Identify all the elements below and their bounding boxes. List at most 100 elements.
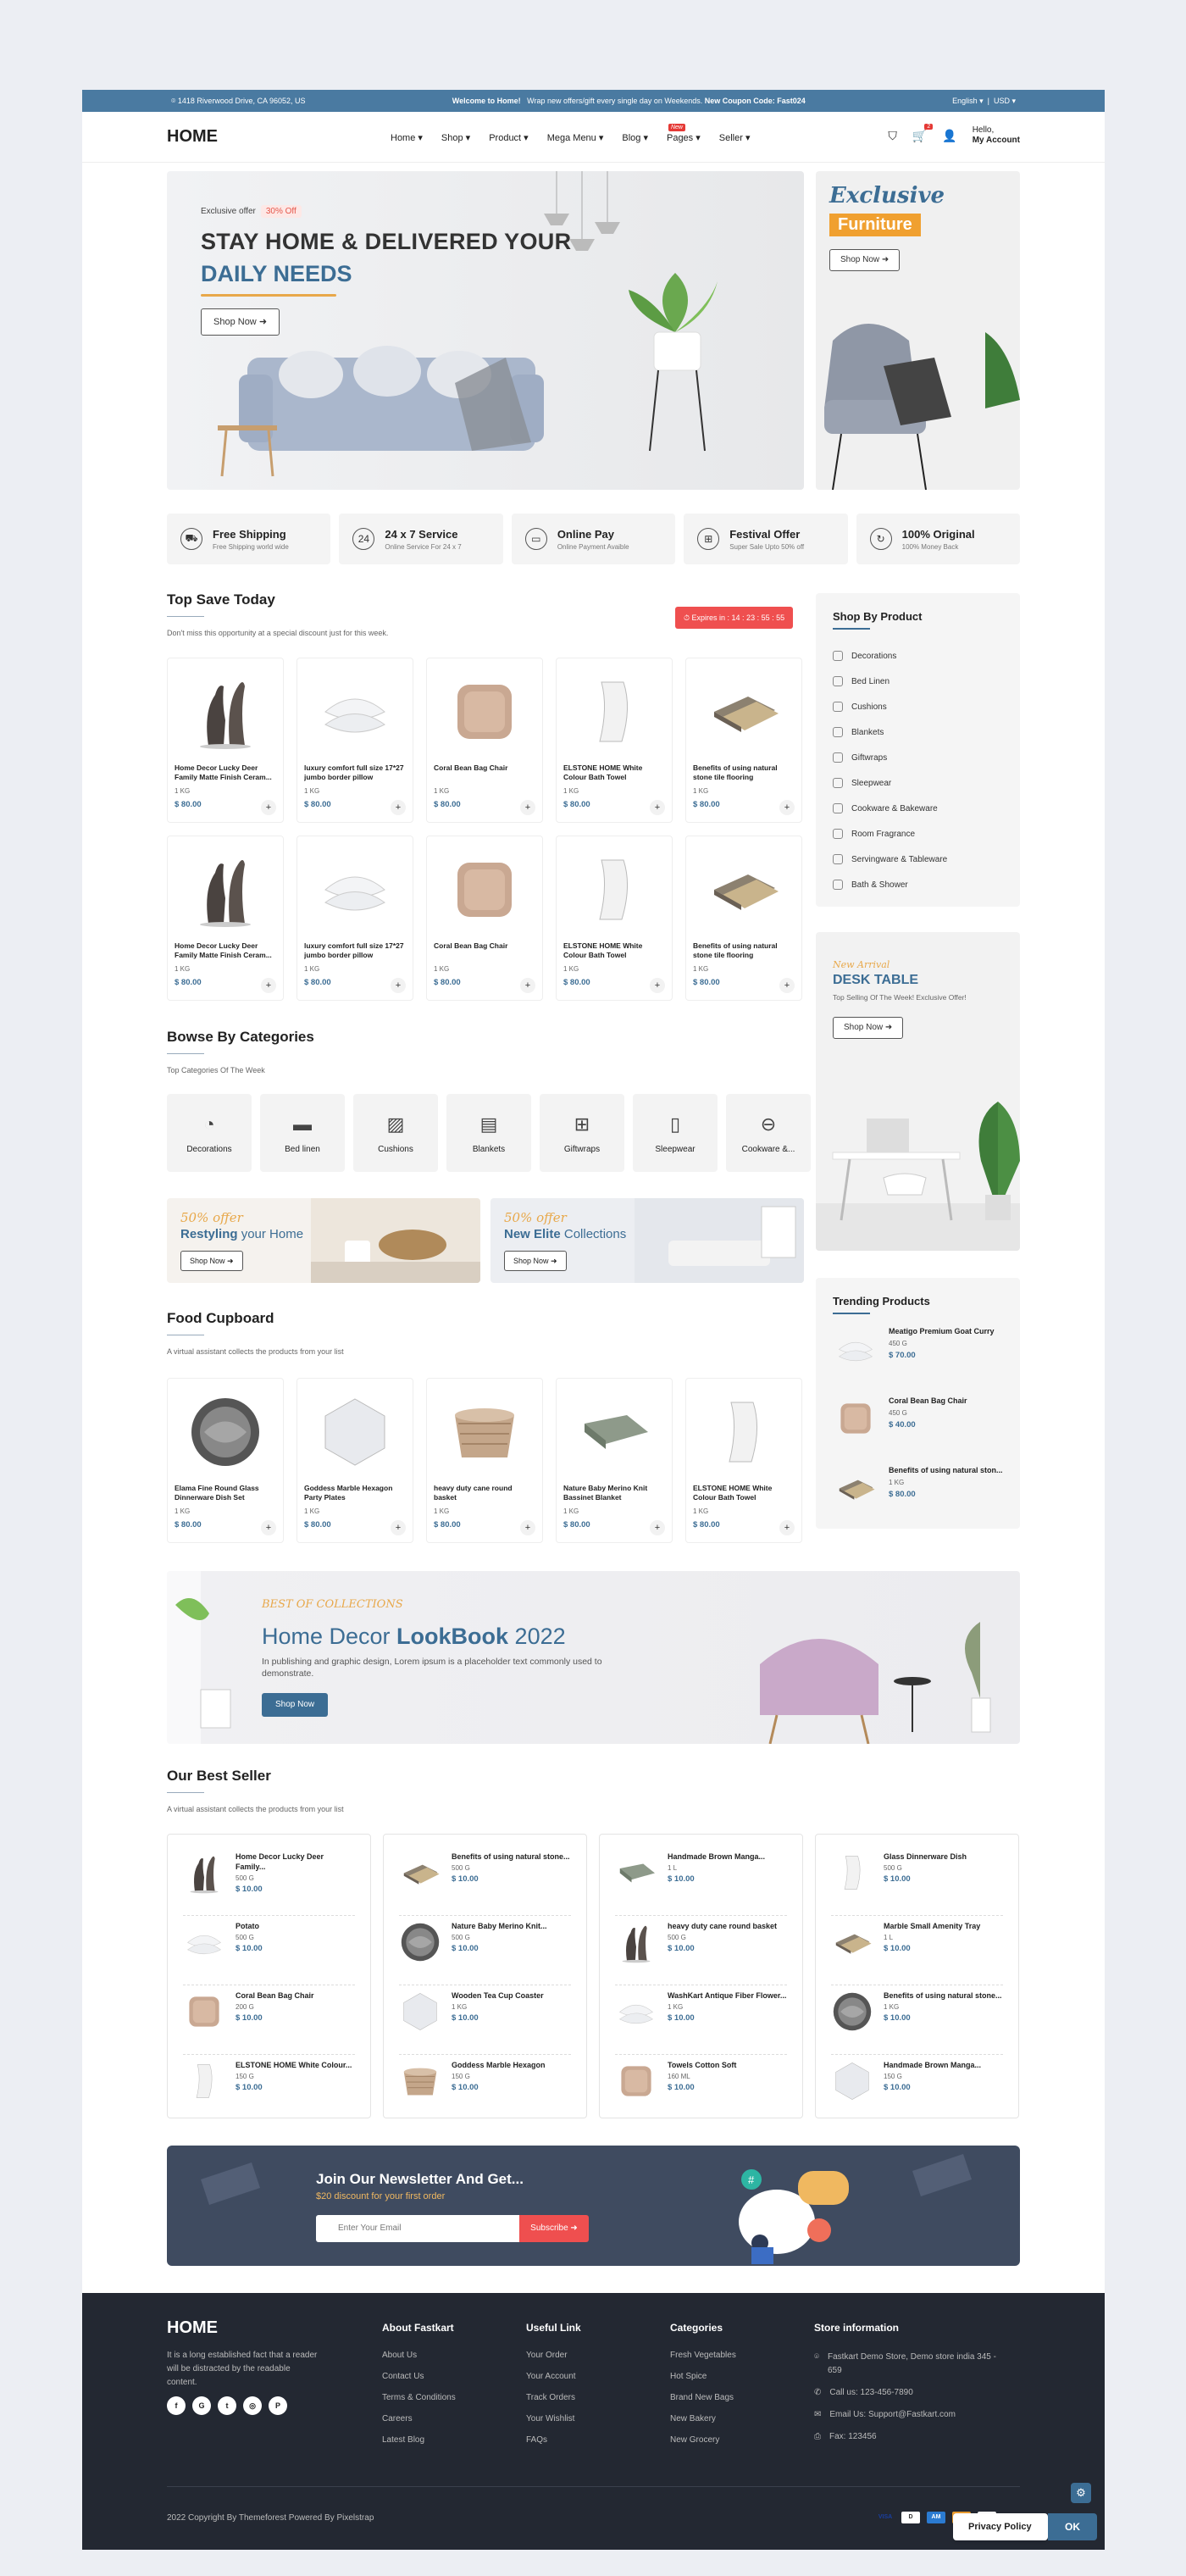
cart-icon[interactable]: 🛒 2 [912, 123, 934, 143]
best-seller-name[interactable]: Handmade Brown Manga... [668, 1852, 765, 1862]
best-seller-name[interactable]: Nature Baby Merino Knit... [452, 1921, 547, 1931]
best-seller-name[interactable]: Wooden Tea Cup Coaster [452, 1990, 544, 2001]
trending-image[interactable] [833, 1396, 878, 1441]
best-seller-name[interactable]: Goddess Marble Hexagon [452, 2060, 546, 2070]
category-tile[interactable]: ⊞ Giftwraps [540, 1094, 624, 1172]
best-seller-image[interactable] [831, 1921, 873, 1963]
footer-link[interactable]: Your Wishlist [526, 2414, 581, 2435]
product-image[interactable] [434, 843, 535, 936]
best-seller-item[interactable]: ELSTONE HOME White Colour... 150 G $ 10.00 [183, 2055, 355, 2124]
add-to-cart-button[interactable]: + [391, 800, 406, 815]
currency-select[interactable]: USD [994, 97, 1010, 105]
add-to-cart-button[interactable]: + [391, 978, 406, 993]
offer-banner-restyling[interactable]: 50% offer Restyling your Home Shop Now ➜ [167, 1198, 480, 1283]
shop-by-item[interactable]: Room Fragrance [833, 821, 1003, 847]
best-seller-image[interactable] [615, 2060, 657, 2102]
product-card[interactable]: Coral Bean Bag Chair 1 KG $ 80.00 + [426, 658, 543, 823]
product-name[interactable]: ELSTONE HOME White Colour Bath Towel [563, 763, 665, 782]
footer-link[interactable]: Terms & Conditions [382, 2393, 456, 2414]
category-tile[interactable]: ▯ Sleepwear [633, 1094, 718, 1172]
add-to-cart-button[interactable]: + [520, 978, 535, 993]
best-seller-item[interactable]: WashKart Antique Fiber Flower... 1 KG $ 10… [615, 1985, 787, 2055]
best-seller-name[interactable]: Glass Dinnerware Dish [884, 1852, 967, 1862]
product-name[interactable]: luxury comfort full size 17*27 jumbo bor… [304, 763, 406, 782]
footer-link[interactable]: Your Order [526, 2351, 581, 2372]
nav-pages[interactable]: New Pages ▾ [667, 124, 701, 143]
offer-banner-elite[interactable]: 50% offer New Elite Collections Shop Now… [490, 1198, 804, 1283]
trending-item[interactable]: Coral Bean Bag Chair 450 G $ 40.00 [833, 1396, 1003, 1465]
best-seller-name[interactable]: Benefits of using natural stone... [884, 1990, 1002, 2001]
user-icon[interactable]: 👤 [942, 129, 956, 143]
category-tile[interactable]: ◔ Decorations [167, 1094, 252, 1172]
category-tile[interactable]: ▤ Blankets [446, 1094, 531, 1172]
product-card[interactable]: Coral Bean Bag Chair 1 KG $ 80.00 + [426, 836, 543, 1001]
shop-by-item[interactable]: Blankets [833, 719, 1003, 745]
product-name[interactable]: Benefits of using natural stone tile flo… [693, 941, 795, 960]
trending-item[interactable]: Meatigo Premium Goat Curry 450 G $ 70.00 [833, 1326, 1003, 1396]
best-seller-name[interactable]: WashKart Antique Fiber Flower... [668, 1990, 786, 2001]
product-image[interactable] [563, 1385, 665, 1479]
category-tile[interactable]: ⊖ Cookware &... [726, 1094, 811, 1172]
nav-shop[interactable]: Shop ▾ [441, 132, 470, 143]
product-name[interactable]: Coral Bean Bag Chair [434, 941, 535, 960]
trending-image[interactable] [833, 1465, 878, 1511]
offer-shop-now-button[interactable]: Shop Now ➜ [180, 1251, 243, 1271]
shop-by-item[interactable]: Servingware & Tableware [833, 847, 1003, 872]
best-seller-name[interactable]: Home Decor Lucky Deer Family... [236, 1852, 355, 1872]
product-name[interactable]: Elama Fine Round Glass Dinnerware Dish S… [175, 1484, 276, 1502]
trending-image[interactable] [833, 1326, 878, 1372]
best-seller-image[interactable] [399, 1990, 441, 2033]
best-seller-image[interactable] [183, 1990, 225, 2033]
footer-link[interactable]: Careers [382, 2414, 456, 2435]
footer-link[interactable]: Contact Us [382, 2372, 456, 2393]
bookmark-icon[interactable]: ⛉ [888, 129, 897, 143]
product-name[interactable]: ELSTONE HOME White Colour Bath Towel [693, 1484, 795, 1502]
product-card[interactable]: Home Decor Lucky Deer Family Matte Finis… [167, 658, 284, 823]
product-image[interactable] [175, 665, 276, 758]
pinterest-icon[interactable]: P [269, 2396, 287, 2415]
best-seller-image[interactable] [183, 1852, 225, 1894]
best-seller-item[interactable]: Benefits of using natural stone... 500 G $… [399, 1846, 571, 1916]
best-seller-item[interactable]: Coral Bean Bag Chair 200 G $ 10.00 [183, 1985, 355, 2055]
best-seller-item[interactable]: Goddess Marble Hexagon 150 G $ 10.00 [399, 2055, 571, 2124]
footer-link[interactable]: About Us [382, 2351, 456, 2372]
product-card[interactable]: Home Decor Lucky Deer Family Matte Finis… [167, 836, 284, 1001]
best-seller-item[interactable]: Wooden Tea Cup Coaster 1 KG $ 10.00 [399, 1985, 571, 2055]
product-card[interactable]: heavy duty cane round basket 1 KG $ 80.00 + [426, 1378, 543, 1543]
trending-name[interactable]: Coral Bean Bag Chair [889, 1396, 967, 1406]
account-link[interactable]: Hello, My Account [973, 125, 1020, 146]
language-select[interactable]: English [952, 97, 978, 105]
best-seller-image[interactable] [183, 1921, 225, 1963]
add-to-cart-button[interactable]: + [391, 1520, 406, 1535]
cookie-ok-button[interactable]: OK [1048, 2513, 1097, 2540]
footer-link[interactable]: New Grocery [670, 2435, 736, 2457]
best-seller-name[interactable]: Handmade Brown Manga... [884, 2060, 981, 2070]
footer-link[interactable]: Your Account [526, 2372, 581, 2393]
add-to-cart-button[interactable]: + [779, 1520, 795, 1535]
product-image[interactable] [304, 843, 406, 936]
trending-item[interactable]: Benefits of using natural ston... 1 KG $ 8… [833, 1465, 1003, 1535]
add-to-cart-button[interactable]: + [779, 978, 795, 993]
nav-mega-menu[interactable]: Mega Menu ▾ [547, 132, 604, 143]
facebook-icon[interactable]: f [167, 2396, 186, 2415]
product-card[interactable]: Nature Baby Merino Knit Bassinet Blanket… [556, 1378, 673, 1543]
best-seller-item[interactable]: Potato 500 G $ 10.00 [183, 1916, 355, 1985]
product-name[interactable]: Goddess Marble Hexagon Party Plates [304, 1484, 406, 1502]
google-icon[interactable]: G [192, 2396, 211, 2415]
shop-by-item[interactable]: Bath & Shower [833, 872, 1003, 897]
settings-gear-icon[interactable]: ⚙ [1071, 2483, 1091, 2503]
best-seller-item[interactable]: Marble Small Amenity Tray 1 L $ 10.00 [831, 1916, 1003, 1985]
add-to-cart-button[interactable]: + [520, 800, 535, 815]
product-card[interactable]: luxury comfort full size 17*27 jumbo bor… [296, 658, 413, 823]
product-image[interactable] [175, 1385, 276, 1479]
best-seller-image[interactable] [831, 2060, 873, 2102]
product-image[interactable] [304, 665, 406, 758]
product-image[interactable] [693, 843, 795, 936]
add-to-cart-button[interactable]: + [779, 800, 795, 815]
logo[interactable]: HOME [167, 127, 218, 147]
product-card[interactable]: ELSTONE HOME White Colour Bath Towel 1 KG… [685, 1378, 802, 1543]
product-image[interactable] [693, 1385, 795, 1479]
product-card[interactable]: ELSTONE HOME White Colour Bath Towel 1 KG… [556, 836, 673, 1001]
product-name[interactable]: luxury comfort full size 17*27 jumbo bor… [304, 941, 406, 960]
best-seller-image[interactable] [615, 1921, 657, 1963]
